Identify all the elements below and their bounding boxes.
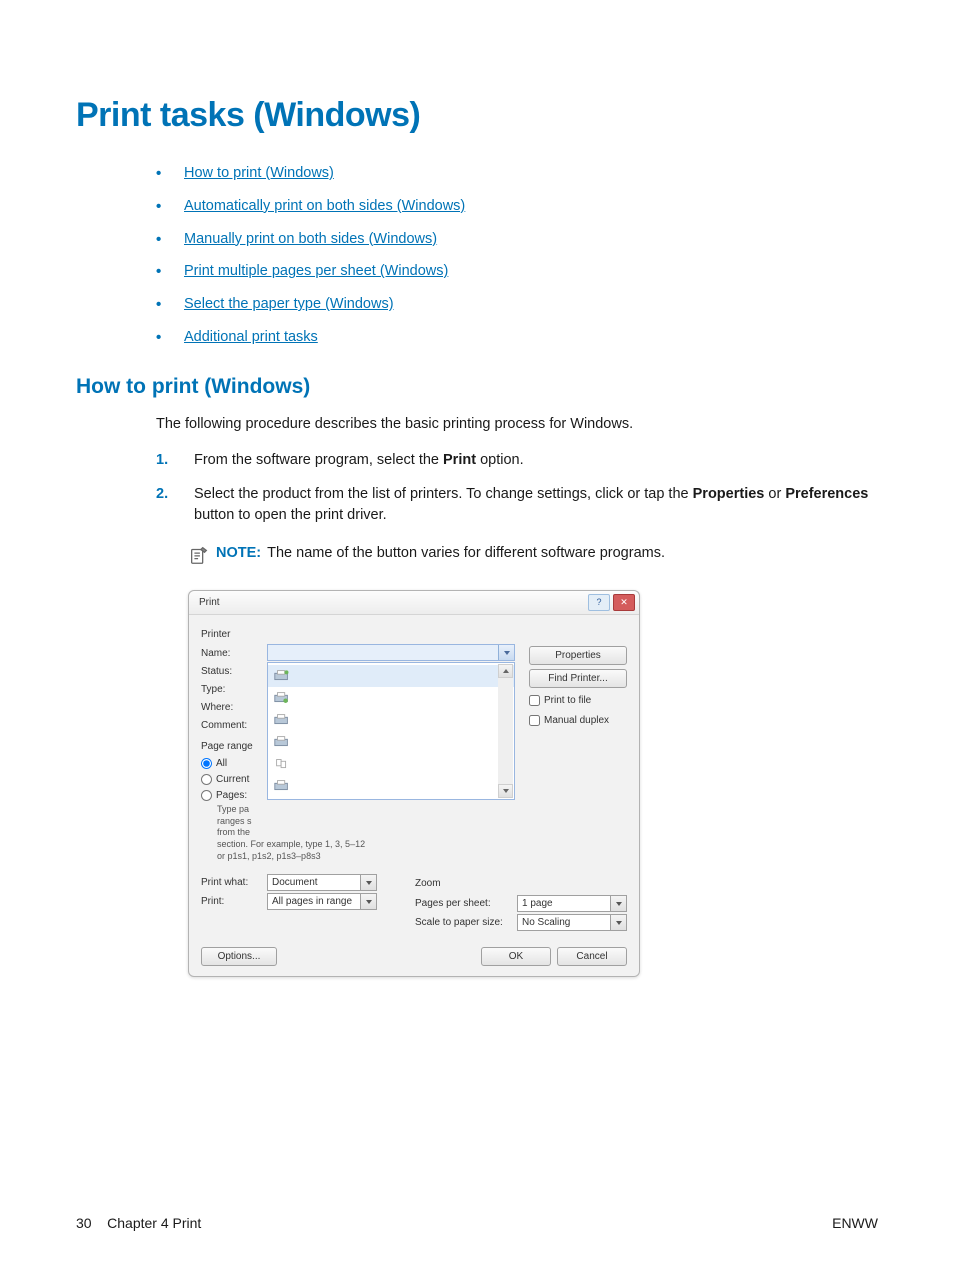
printer-option[interactable] <box>268 753 514 775</box>
zoom-label: Zoom <box>415 876 627 891</box>
pages-per-sheet-label: Pages per sheet: <box>415 896 511 911</box>
chevron-down-icon[interactable] <box>360 894 376 909</box>
note-block: NOTE: The name of the button varies for d… <box>76 543 878 566</box>
printer-icon <box>272 690 292 706</box>
select-value: Document <box>272 875 318 890</box>
label-name: Name: <box>201 646 259 661</box>
printer-dropdown[interactable] <box>267 662 515 800</box>
note-icon <box>188 544 210 566</box>
print-dialog: Print ? ✕ Printer Name: Status: Type: Wh… <box>188 590 640 977</box>
step-text: or <box>764 486 785 502</box>
section-title: How to print (Windows) <box>76 371 878 403</box>
intro-paragraph: The following procedure describes the ba… <box>76 414 878 436</box>
scroll-up-icon[interactable] <box>498 664 513 678</box>
scroll-down-icon[interactable] <box>498 784 513 798</box>
checkbox-label: Manual duplex <box>544 713 609 728</box>
chevron-down-icon[interactable] <box>498 645 514 660</box>
label-comment: Comment: <box>201 718 259 733</box>
step-1: 1. From the software program, select the… <box>156 450 878 472</box>
printer-option[interactable] <box>268 709 514 731</box>
chevron-down-icon[interactable] <box>610 915 626 930</box>
printer-icon <box>272 668 292 684</box>
step-text: option. <box>476 452 524 468</box>
printer-section-label: Printer <box>201 627 627 642</box>
label-type: Type: <box>201 682 259 697</box>
step-text: Select the product from the list of prin… <box>194 486 693 502</box>
range-all-label: All <box>216 756 227 771</box>
scale-select[interactable]: No Scaling <box>517 914 627 931</box>
range-hint: ranges s <box>217 816 252 826</box>
printer-icon <box>272 712 292 728</box>
range-current-label: Current <box>216 772 249 787</box>
manual-duplex-checkbox[interactable]: Manual duplex <box>529 712 627 728</box>
print-pages-select[interactable]: All pages in range <box>267 893 377 910</box>
step-number: 1. <box>156 450 168 472</box>
range-pages-radio[interactable] <box>201 790 212 801</box>
print-label: Print: <box>201 894 261 909</box>
chevron-down-icon[interactable] <box>610 896 626 911</box>
printer-option[interactable] <box>268 687 514 709</box>
scale-label: Scale to paper size: <box>415 915 511 930</box>
checkbox-label: Print to file <box>544 693 591 708</box>
step-text: button to open the print driver. <box>194 507 387 523</box>
link-additional[interactable]: Additional print tasks <box>184 329 318 345</box>
topic-links: How to print (Windows) Automatically pri… <box>76 163 878 349</box>
range-hint: section. For example, type 1, 3, 5–12 <box>217 839 365 849</box>
range-pages-label: Pages: <box>216 788 247 803</box>
step-text: From the software program, select the <box>194 452 443 468</box>
options-button[interactable]: Options... <box>201 947 277 966</box>
print-to-file-checkbox[interactable]: Print to file <box>529 692 627 708</box>
link-auto-both-sides[interactable]: Automatically print on both sides (Windo… <box>184 198 465 214</box>
chevron-down-icon[interactable] <box>360 875 376 890</box>
scrollbar[interactable] <box>498 664 513 798</box>
range-hint: or p1s1, p1s2, p1s3–p8s3 <box>217 851 321 861</box>
select-value: 1 page <box>522 896 553 911</box>
step-2: 2. Select the product from the list of p… <box>156 484 878 528</box>
properties-button[interactable]: Properties <box>529 646 627 665</box>
range-hint: from the <box>217 827 250 837</box>
printer-option[interactable] <box>268 731 514 753</box>
cancel-button[interactable]: Cancel <box>557 947 627 966</box>
link-manual-both-sides[interactable]: Manually print on both sides (Windows) <box>184 231 437 247</box>
footer-right: ENWW <box>832 1213 878 1234</box>
select-value: No Scaling <box>522 915 570 930</box>
page-footer: 30 Chapter 4 Print ENWW <box>76 1213 878 1234</box>
find-printer-button[interactable]: Find Printer... <box>529 669 627 688</box>
print-what-select[interactable]: Document <box>267 874 377 891</box>
printer-icon <box>272 778 292 794</box>
pages-per-sheet-select[interactable]: 1 page <box>517 895 627 912</box>
print-what-label: Print what: <box>201 875 261 890</box>
ok-button[interactable]: OK <box>481 947 551 966</box>
chapter-label: Chapter 4 Print <box>107 1215 201 1231</box>
note-text: The name of the button varies for differ… <box>267 545 665 561</box>
link-paper-type[interactable]: Select the paper type (Windows) <box>184 296 394 312</box>
step-bold: Preferences <box>785 486 868 502</box>
printer-icon <box>272 756 292 772</box>
range-hint: Type pa <box>217 804 249 814</box>
page-number: 30 <box>76 1215 92 1231</box>
link-multi-pages[interactable]: Print multiple pages per sheet (Windows) <box>184 263 448 279</box>
range-current-radio[interactable] <box>201 774 212 785</box>
step-bold: Print <box>443 452 476 468</box>
printer-name-combobox[interactable] <box>267 644 515 661</box>
printer-icon <box>272 734 292 750</box>
step-number: 2. <box>156 484 168 506</box>
select-value: All pages in range <box>272 894 352 909</box>
dialog-title: Print <box>199 595 220 610</box>
range-all-radio[interactable] <box>201 758 212 769</box>
step-bold: Properties <box>693 486 765 502</box>
printer-option[interactable] <box>268 775 514 797</box>
close-icon[interactable]: ✕ <box>613 594 635 611</box>
label-where: Where: <box>201 700 259 715</box>
link-how-to-print[interactable]: How to print (Windows) <box>184 165 334 181</box>
note-label: NOTE: <box>216 545 261 561</box>
printer-option[interactable] <box>268 665 514 687</box>
page-title: Print tasks (Windows) <box>76 90 878 141</box>
help-icon[interactable]: ? <box>588 594 610 611</box>
label-status: Status: <box>201 664 259 679</box>
